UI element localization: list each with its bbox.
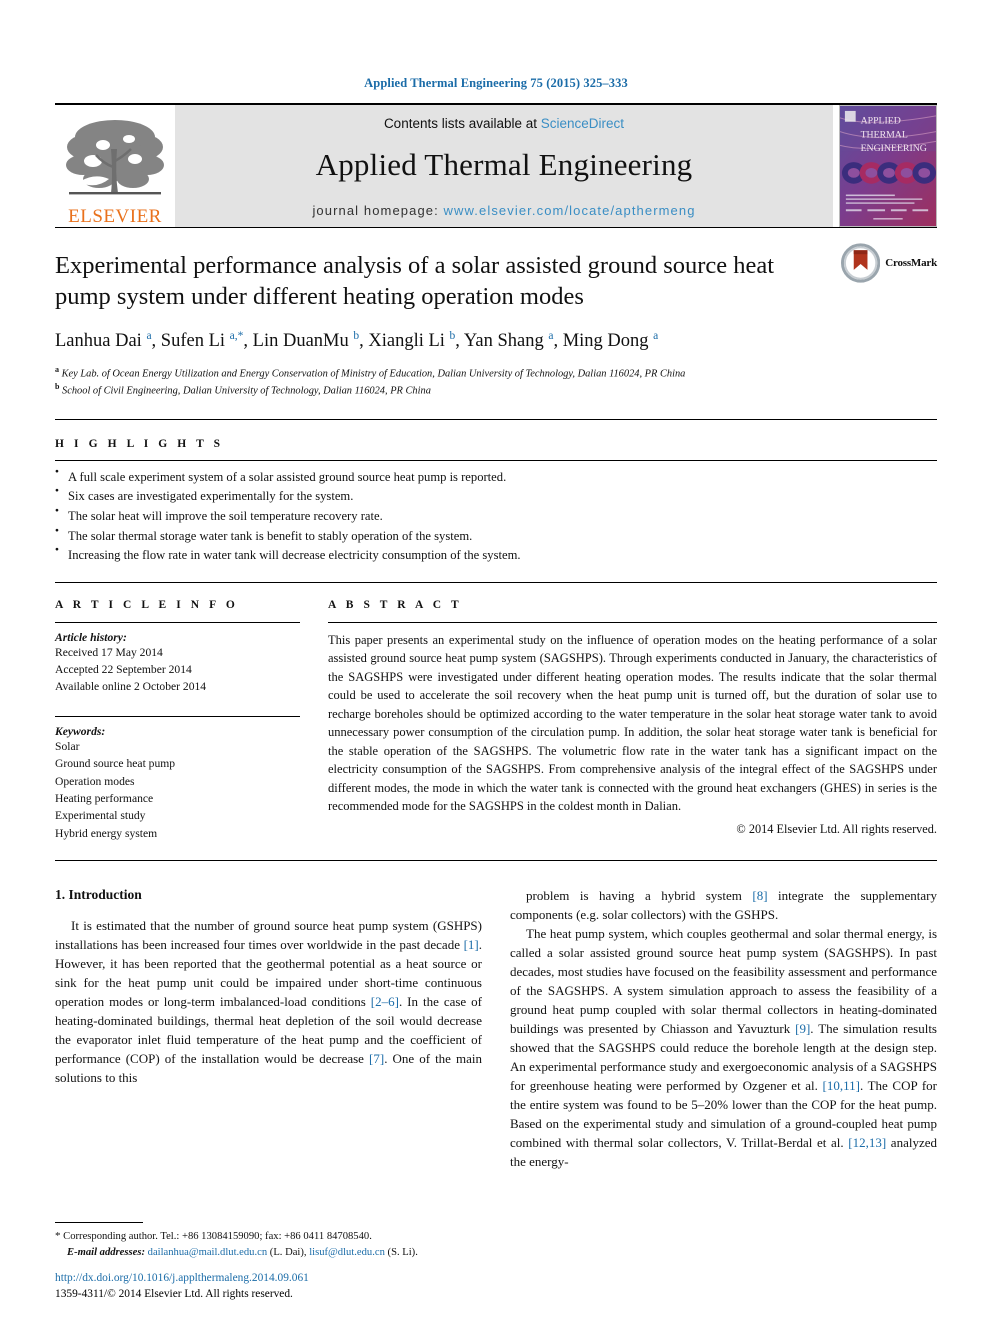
keyword-item: Solar xyxy=(55,739,80,753)
highlight-item: The solar heat will improve the soil tem… xyxy=(55,506,937,527)
intro-paragraph-right-2: The heat pump system, which couples geot… xyxy=(510,926,937,1169)
svg-text:ENGINEERING: ENGINEERING xyxy=(861,143,927,154)
journal-title: Applied Thermal Engineering xyxy=(315,147,693,182)
article-history-item: Available online 2 October 2014 xyxy=(55,680,207,694)
email-link-1[interactable]: dailanhua@mail.dlut.edu.cn xyxy=(148,1247,268,1258)
sciencedirect-link[interactable]: ScienceDirect xyxy=(541,116,624,131)
article-history-list: Received 17 May 2014 Accepted 22 Septembe… xyxy=(55,644,300,696)
contents-prefix: Contents lists available at xyxy=(383,116,541,131)
keyword-item: Operation modes xyxy=(55,774,135,788)
abstract-divider xyxy=(328,621,937,623)
title-block: CrossMark Experimental performance analy… xyxy=(55,228,937,399)
crossmark-label: CrossMark xyxy=(885,257,937,269)
citation-link[interactable]: [7] xyxy=(369,1051,384,1066)
elsevier-wordmark: ELSEVIER xyxy=(68,206,162,227)
abstract-text: This paper presents an experimental stud… xyxy=(328,632,937,814)
journal-homepage-line: journal homepage: www.elsevier.com/locat… xyxy=(312,203,695,218)
highlight-item: Six cases are investigated experimentall… xyxy=(55,487,937,507)
paper-first-page: Applied Thermal Engineering 75 (2015) 32… xyxy=(0,0,992,1323)
intro-paragraph-left: It is estimated that the number of groun… xyxy=(55,918,482,1085)
cover-art: APPLIED THERMAL ENGINEERING xyxy=(840,106,936,226)
author-list: Lanhua Dai a, Sufen Li a,*, Lin DuanMu b… xyxy=(55,329,659,351)
article-info-label: A R T I C L E I N F O xyxy=(55,598,239,611)
keywords-divider xyxy=(55,715,300,717)
crossmark-icon xyxy=(841,243,881,283)
doi-link[interactable]: http://dx.doi.org/10.1016/j.applthermale… xyxy=(55,1270,309,1287)
body-columns: 1. Introduction It is estimated that the… xyxy=(55,861,937,1172)
citation-link[interactable]: [9] xyxy=(795,1021,810,1036)
highlight-item: Increasing the flow rate in water tank w… xyxy=(55,545,937,566)
abstract-label: A B S T R A C T xyxy=(328,598,463,611)
article-history-label: Article history: xyxy=(55,630,127,644)
citation-link[interactable]: [12,13] xyxy=(848,1135,886,1150)
highlights-label: H I G H L I G H T S xyxy=(55,437,224,450)
info-abstract-section: A R T I C L E I N F O Article history: R… xyxy=(55,581,937,843)
keywords-label: Keywords: xyxy=(55,724,106,738)
affiliation-item: b School of Civil Engineering, Dalian Un… xyxy=(55,382,431,397)
body-column-left: 1. Introduction It is estimated that the… xyxy=(55,887,482,1172)
elsevier-tree-icon xyxy=(66,120,164,195)
intro-paragraph-right-1: problem is having a hybrid system [8] in… xyxy=(510,888,937,923)
keywords-list: Solar Ground source heat pump Operation mo… xyxy=(55,738,300,842)
keyword-item: Experimental study xyxy=(55,809,146,823)
email-line: E-mail addresses: dailanhua@mail.dlut.ed… xyxy=(67,1247,418,1259)
homepage-prefix: journal homepage: xyxy=(312,203,444,218)
elsevier-logo: ELSEVIER xyxy=(55,105,175,227)
highlights-section: H I G H L I G H T S A full scale experim… xyxy=(55,418,937,566)
running-head: Applied Thermal Engineering 75 (2015) 32… xyxy=(364,76,628,90)
body-column-right: problem is having a hybrid system [8] in… xyxy=(510,887,937,1172)
keyword-item: Ground source heat pump xyxy=(55,757,176,771)
highlight-item: The solar thermal storage water tank is … xyxy=(55,526,937,547)
contents-lists-line: Contents lists available at ScienceDirec… xyxy=(384,116,624,131)
article-info-column: A R T I C L E I N F O Article history: R… xyxy=(55,599,300,843)
article-history-item: Received 17 May 2014 xyxy=(55,645,163,659)
journal-cover-thumbnail: APPLIED THERMAL ENGINEERING xyxy=(839,105,937,227)
article-info-divider xyxy=(55,621,300,623)
corresponding-author-line: * Corresponding author. Tel.: +86 130841… xyxy=(55,1230,372,1243)
highlights-list: A full scale experiment system of a sola… xyxy=(55,467,937,566)
footnote-divider xyxy=(55,1222,143,1224)
affiliation-list: a Key Lab. of Ocean Energy Utilization a… xyxy=(55,364,937,399)
keyword-item: Heating performance xyxy=(55,791,154,805)
abstract-column: A B S T R A C T This paper presents an e… xyxy=(328,599,937,843)
journal-masthead: ELSEVIER Contents lists available at Sci… xyxy=(55,103,937,227)
page-title: Experimental performance analysis of a s… xyxy=(55,252,775,311)
corresponding-author-footnote: * Corresponding author. Tel.: +86 130841… xyxy=(55,1222,475,1261)
crossmark-badge[interactable]: CrossMark xyxy=(841,242,937,284)
abstract-copyright: © 2014 Elsevier Ltd. All rights reserved… xyxy=(736,821,937,836)
footnote-text: * Corresponding author. Tel.: +86 130841… xyxy=(55,1228,475,1261)
article-history-item: Accepted 22 September 2014 xyxy=(55,662,192,676)
affiliation-item: a Key Lab. of Ocean Energy Utilization a… xyxy=(55,364,686,380)
page-footer: http://dx.doi.org/10.1016/j.applthermale… xyxy=(55,1270,309,1303)
keyword-item: Hybrid energy system xyxy=(55,826,158,840)
svg-text:APPLIED: APPLIED xyxy=(861,116,901,127)
email-link-2[interactable]: lisuf@dlut.edu.cn xyxy=(309,1247,385,1258)
section-heading-introduction: 1. Introduction xyxy=(55,887,142,903)
citation-link[interactable]: [1] xyxy=(464,937,479,952)
highlights-divider xyxy=(55,459,937,461)
citation-link[interactable]: [2–6] xyxy=(371,994,399,1009)
citation-link[interactable]: [8] xyxy=(752,888,767,903)
issn-copyright-line: 1359-4311/© 2014 Elsevier Ltd. All right… xyxy=(55,1288,293,1301)
highlight-item: A full scale experiment system of a sola… xyxy=(55,467,937,488)
journal-band: Contents lists available at ScienceDirec… xyxy=(175,105,833,227)
journal-homepage-link[interactable]: www.elsevier.com/locate/apthermeng xyxy=(444,203,696,218)
svg-text:THERMAL: THERMAL xyxy=(861,129,908,140)
citation-link[interactable]: [10,11] xyxy=(823,1078,860,1093)
